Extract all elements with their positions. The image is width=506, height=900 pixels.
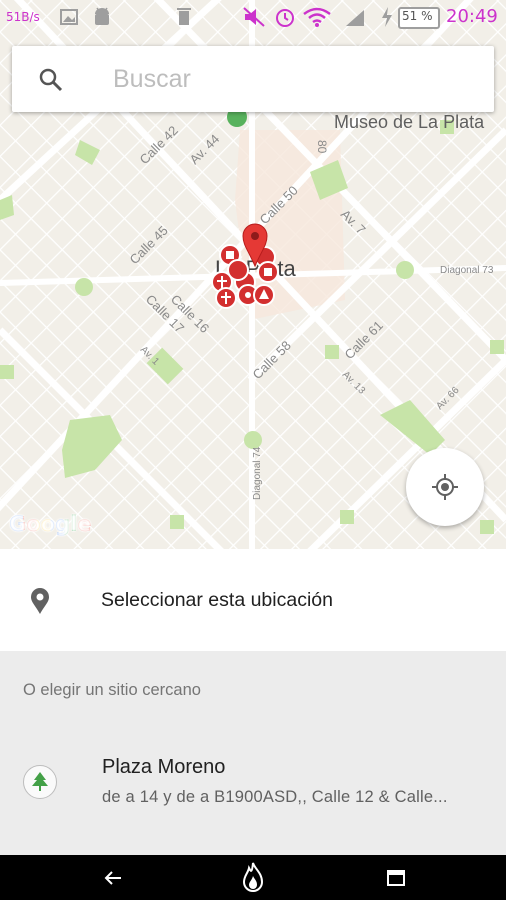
wifi-icon xyxy=(303,7,331,27)
trash-notification-icon xyxy=(177,8,191,25)
place-name: Plaza Moreno xyxy=(102,756,226,778)
mute-icon xyxy=(243,7,265,27)
charging-icon xyxy=(382,7,392,27)
back-arrow-icon[interactable] xyxy=(103,868,123,888)
search-icon[interactable] xyxy=(38,67,64,93)
select-location-row[interactable]: Seleccionar esta ubicación xyxy=(0,549,506,651)
image-notification-icon xyxy=(60,9,78,25)
net-speed: 51B/s xyxy=(6,10,40,24)
my-location-button[interactable] xyxy=(406,448,484,526)
google-logo-text: Google xyxy=(9,512,92,536)
list-item[interactable]: Plaza Moreno de a 14 y de a B1900ASD,, C… xyxy=(0,729,506,855)
poi-label: Museo de La Plata xyxy=(334,112,485,132)
alarm-icon xyxy=(276,9,294,27)
battery-level: 51 % xyxy=(402,9,433,23)
navigation-bar xyxy=(0,855,506,900)
clock: 20:49 xyxy=(446,6,498,27)
street-label: 80 xyxy=(315,140,329,154)
street-label: Diagonal 73 xyxy=(440,265,494,276)
signal-icon xyxy=(346,10,364,26)
tree-icon xyxy=(32,772,48,791)
google-logo: Google xyxy=(9,512,92,536)
crosshair-icon xyxy=(432,474,458,500)
select-location-label: Seleccionar esta ubicación xyxy=(101,589,333,611)
street-label: Diagonal 74 xyxy=(252,446,263,500)
android-notification-icon xyxy=(95,7,109,25)
nearby-places-section: O elegir un sitio cercano Plaza Moreno d… xyxy=(0,651,506,855)
map-pin-icon xyxy=(31,588,49,614)
battery-indicator: 51 % xyxy=(398,7,440,29)
place-address: de a 14 y de a B1900ASD,, Calle 12 & Cal… xyxy=(102,788,448,806)
nearby-heading: O elegir un sitio cercano xyxy=(23,681,201,699)
flame-home-icon[interactable] xyxy=(240,861,266,895)
place-icon-badge xyxy=(23,765,57,799)
search-bar[interactable]: Buscar xyxy=(12,46,494,112)
status-bar: 51B/s 51 % 20:49 xyxy=(0,0,506,34)
search-input[interactable]: Buscar xyxy=(113,65,191,94)
recents-window-icon[interactable] xyxy=(386,869,406,887)
